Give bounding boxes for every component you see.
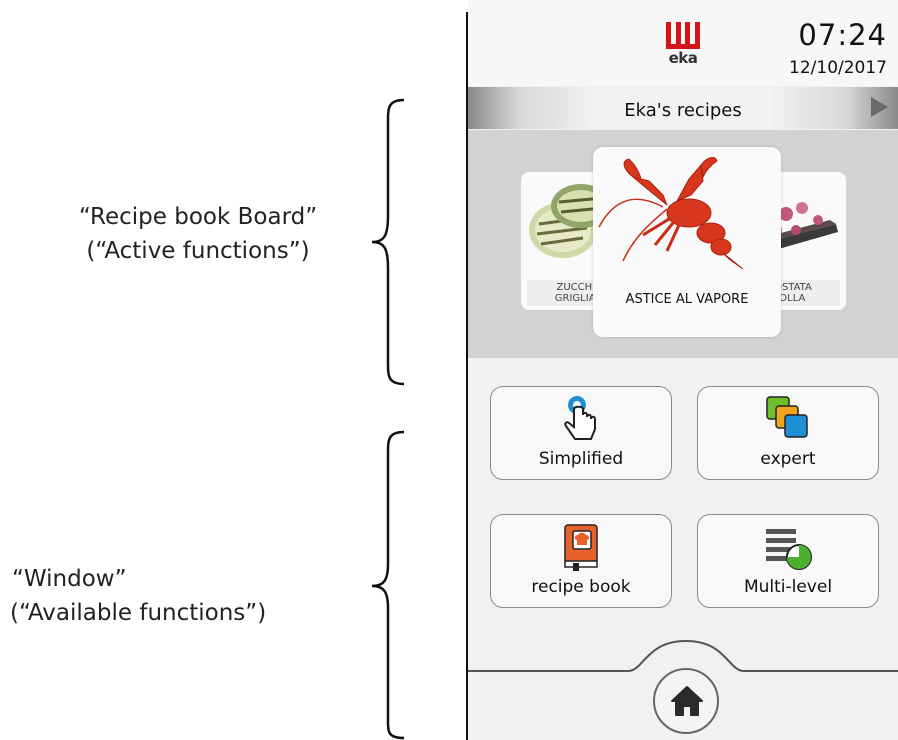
board-annotation-title: “Recipe book Board” (78, 204, 318, 230)
eka-logo-text: eka (668, 49, 698, 67)
expert-button[interactable]: expert (697, 386, 879, 480)
lobster-image (598, 157, 744, 270)
window-annotation-subtitle: (“Available functions”) (10, 600, 267, 626)
multi-level-label: Multi-level (743, 577, 833, 597)
multi-level-trays-icon (766, 529, 812, 570)
recipe-book-label: recipe book (531, 577, 631, 597)
home-button[interactable] (653, 668, 719, 734)
window-annotation-title: “Window” (12, 566, 127, 592)
status-bar: eka 07:24 12/10/2017 (468, 0, 898, 86)
window-brace (371, 430, 405, 740)
recipes-title: Eka's recipes (624, 100, 742, 121)
recipe-card-astice-label: ASTICE AL VAPORE (625, 292, 749, 307)
eka-logo-icon (666, 22, 700, 50)
home-icon (671, 686, 703, 716)
multi-level-button[interactable]: Multi-level (697, 514, 879, 608)
simplified-label: Simplified (538, 449, 624, 469)
expert-label: expert (760, 449, 816, 469)
stacked-squares-icon (766, 396, 808, 438)
play-triangle-icon[interactable] (871, 97, 888, 117)
recipe-book-button[interactable]: recipe book (490, 514, 672, 608)
recipe-book-icon (564, 524, 598, 571)
board-annotation-subtitle: (“Active functions”) (86, 238, 310, 264)
board-annotation: “Recipe book Board” (“Active functions”) (18, 200, 378, 268)
recipe-book-board: ZUCCHINI GRIGLIATE CROSTATA FROLLA ASTIC… (468, 130, 898, 358)
clock-time: 07:24 (798, 18, 887, 52)
recipes-title-bar: Eka's recipes (468, 87, 898, 129)
clock-date: 12/10/2017 (789, 58, 887, 78)
window-annotation: “Window” (“Available functions”) (0, 562, 332, 630)
simplified-button[interactable]: Simplified (490, 386, 672, 480)
touch-hand-icon (564, 396, 596, 440)
recipe-card-astice[interactable]: ASTICE AL VAPORE (593, 147, 781, 337)
board-brace (371, 98, 405, 386)
device-screen: eka 07:24 12/10/2017 Eka's recipes ZUCCH… (468, 0, 898, 740)
eka-logo: eka (666, 22, 700, 67)
